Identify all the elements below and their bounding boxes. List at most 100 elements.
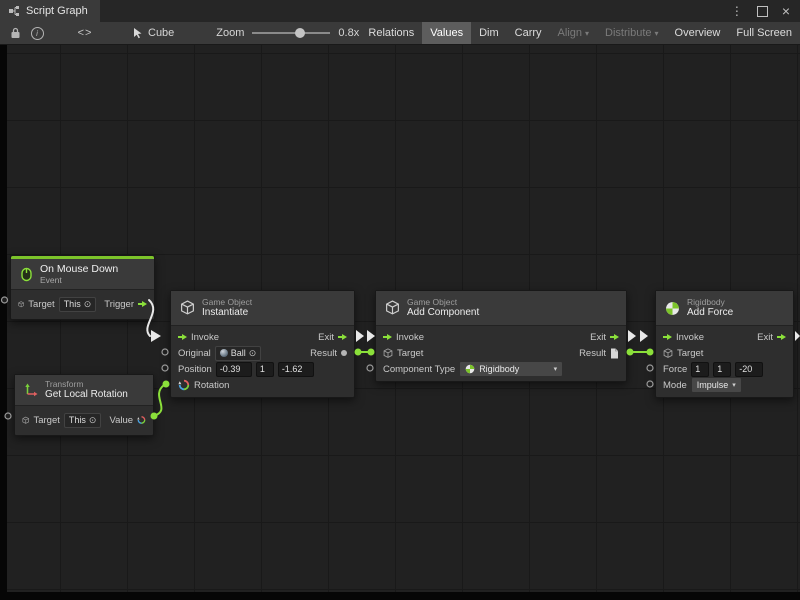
flow-out-arrow-icon[interactable] <box>777 334 786 340</box>
close-icon[interactable]: × <box>782 4 790 18</box>
node-add-force[interactable]: Rigidbody Add Force Invoke Exit Target F… <box>655 290 794 398</box>
mouse-icon <box>20 267 33 282</box>
port-row: Rotation <box>171 377 354 393</box>
relations-button[interactable]: Relations <box>360 22 422 44</box>
script-graph-window: Script Graph ⋮ × i <> Cube Zoom 0.8x Rel… <box>0 0 800 600</box>
toolbar-buttons: Relations Values Dim Carry Align▾ Distri… <box>360 22 800 44</box>
overview-button[interactable]: Overview <box>667 22 729 44</box>
position-x-field[interactable]: -0.39 <box>216 362 252 377</box>
target-object-field[interactable]: This ⊙ <box>59 297 97 312</box>
position-y-field[interactable]: 1 <box>256 362 274 377</box>
force-y-field[interactable]: 1 <box>713 362 731 377</box>
rotation-type-icon <box>137 414 146 426</box>
node-get-local-rotation[interactable]: Transform Get Local Rotation Target This… <box>14 374 154 436</box>
zoom-slider-track[interactable] <box>252 32 330 34</box>
original-object-field[interactable]: Ball ⊙ <box>215 346 262 361</box>
node-instantiate[interactable]: Game Object Instantiate Invoke Exit Orig… <box>170 290 355 398</box>
target-object-field[interactable]: This ⊙ <box>64 413 102 428</box>
flow-out-arrow-icon[interactable] <box>338 334 347 340</box>
node-header: Transform Get Local Rotation <box>15 375 153 406</box>
flow-out-arrow-icon[interactable] <box>138 301 147 307</box>
exit-port-label: Exit <box>590 332 606 343</box>
zoom-slider-knob[interactable] <box>295 28 305 38</box>
result-port-label: Result <box>579 348 606 359</box>
zoom-value: 0.8x <box>338 27 359 39</box>
game-object-icon <box>385 300 400 316</box>
result-type-icon <box>341 350 347 356</box>
port-row: Target This ⊙ Value <box>15 409 153 431</box>
object-picker-icon[interactable]: ⊙ <box>89 416 97 425</box>
invoke-port-label: Invoke <box>191 332 219 343</box>
dropdown-caret-icon: ▾ <box>585 29 589 38</box>
position-z-field[interactable]: -1.62 <box>278 362 314 377</box>
dropdown-caret-icon: ▾ <box>655 29 659 38</box>
object-picker-icon[interactable]: ⊙ <box>84 300 92 309</box>
distribute-button[interactable]: Distribute▾ <box>597 22 666 44</box>
port-row: Target <box>656 345 793 361</box>
node-add-component[interactable]: Game Object Add Component Invoke Exit Ta… <box>375 290 627 382</box>
game-object-icon <box>383 348 393 359</box>
component-type-port-label: Component Type <box>383 364 455 375</box>
canvas-bottom-edge <box>0 592 800 600</box>
values-button[interactable]: Values <box>422 22 471 44</box>
flow-row: Invoke Exit <box>656 329 793 345</box>
node-subtitle: Event <box>40 275 118 285</box>
node-category: Transform <box>45 379 128 389</box>
trigger-port-label: Trigger <box>104 299 134 310</box>
component-type-dropdown[interactable]: Rigidbody ▾ <box>459 361 563 377</box>
zoom-slider[interactable] <box>252 22 330 44</box>
transform-icon <box>24 383 38 397</box>
rotation-type-icon <box>178 379 190 391</box>
tab-script-graph[interactable]: Script Graph <box>0 0 100 22</box>
flow-row: Invoke Exit <box>171 329 354 345</box>
window-menu-icon[interactable]: ⋮ <box>731 5 743 17</box>
flow-in-arrow-icon[interactable] <box>663 334 672 340</box>
target-port-label: Target <box>397 348 423 359</box>
node-title: Instantiate <box>202 307 252 319</box>
target-port-label: Target <box>677 348 703 359</box>
node-title: Add Force <box>687 307 733 319</box>
exit-port-label: Exit <box>757 332 773 343</box>
flow-in-arrow-icon[interactable] <box>178 334 187 340</box>
invoke-port-label: Invoke <box>676 332 704 343</box>
fullscreen-button[interactable]: Full Screen <box>728 22 800 44</box>
port-row: Original Ball ⊙ Result <box>171 345 354 361</box>
game-object-icon <box>663 348 673 359</box>
dim-button[interactable]: Dim <box>471 22 507 44</box>
code-icon[interactable]: <> <box>74 22 96 44</box>
rigidbody-icon <box>465 364 475 374</box>
graph-toolbar: i <> Cube Zoom 0.8x Relations Values Dim… <box>0 22 800 45</box>
flow-in-arrow-icon[interactable] <box>383 334 392 340</box>
object-picker-icon[interactable]: ⊙ <box>249 349 257 358</box>
zoom-label: Zoom <box>216 27 244 39</box>
maximize-icon[interactable] <box>757 6 768 17</box>
node-header: Game Object Add Component <box>376 291 626 326</box>
flow-out-arrow-icon[interactable] <box>610 334 619 340</box>
sphere-icon <box>220 349 228 357</box>
force-port-label: Force <box>663 364 687 375</box>
tab-label: Script Graph <box>26 5 88 17</box>
position-port-label: Position <box>178 364 212 375</box>
game-object-icon <box>180 300 195 316</box>
node-header: Game Object Instantiate <box>171 291 354 326</box>
target-port-label: Target <box>33 415 59 426</box>
cursor-icon <box>132 22 144 44</box>
port-row: Target Result <box>376 345 626 361</box>
script-graph-icon <box>8 5 20 17</box>
node-on-mouse-down[interactable]: On Mouse Down Event Target This ⊙ Trigge… <box>10 255 155 320</box>
align-button[interactable]: Align▾ <box>550 22 597 44</box>
dropdown-caret-icon: ▾ <box>554 365 558 373</box>
graph-object-label: Cube <box>148 27 174 39</box>
force-mode-dropdown[interactable]: Impulse ▾ <box>691 377 742 393</box>
node-title: On Mouse Down <box>40 263 118 276</box>
port-row: Target This ⊙ Trigger <box>11 293 154 315</box>
lock-icon[interactable] <box>4 22 26 44</box>
force-z-field[interactable]: -20 <box>735 362 763 377</box>
game-object-icon <box>18 299 24 310</box>
result-port-label: Result <box>310 348 337 359</box>
node-category: Game Object <box>407 297 479 307</box>
info-icon[interactable]: i <box>26 22 48 44</box>
node-title: Get Local Rotation <box>45 389 128 401</box>
carry-button[interactable]: Carry <box>507 22 550 44</box>
force-x-field[interactable]: 1 <box>691 362 709 377</box>
